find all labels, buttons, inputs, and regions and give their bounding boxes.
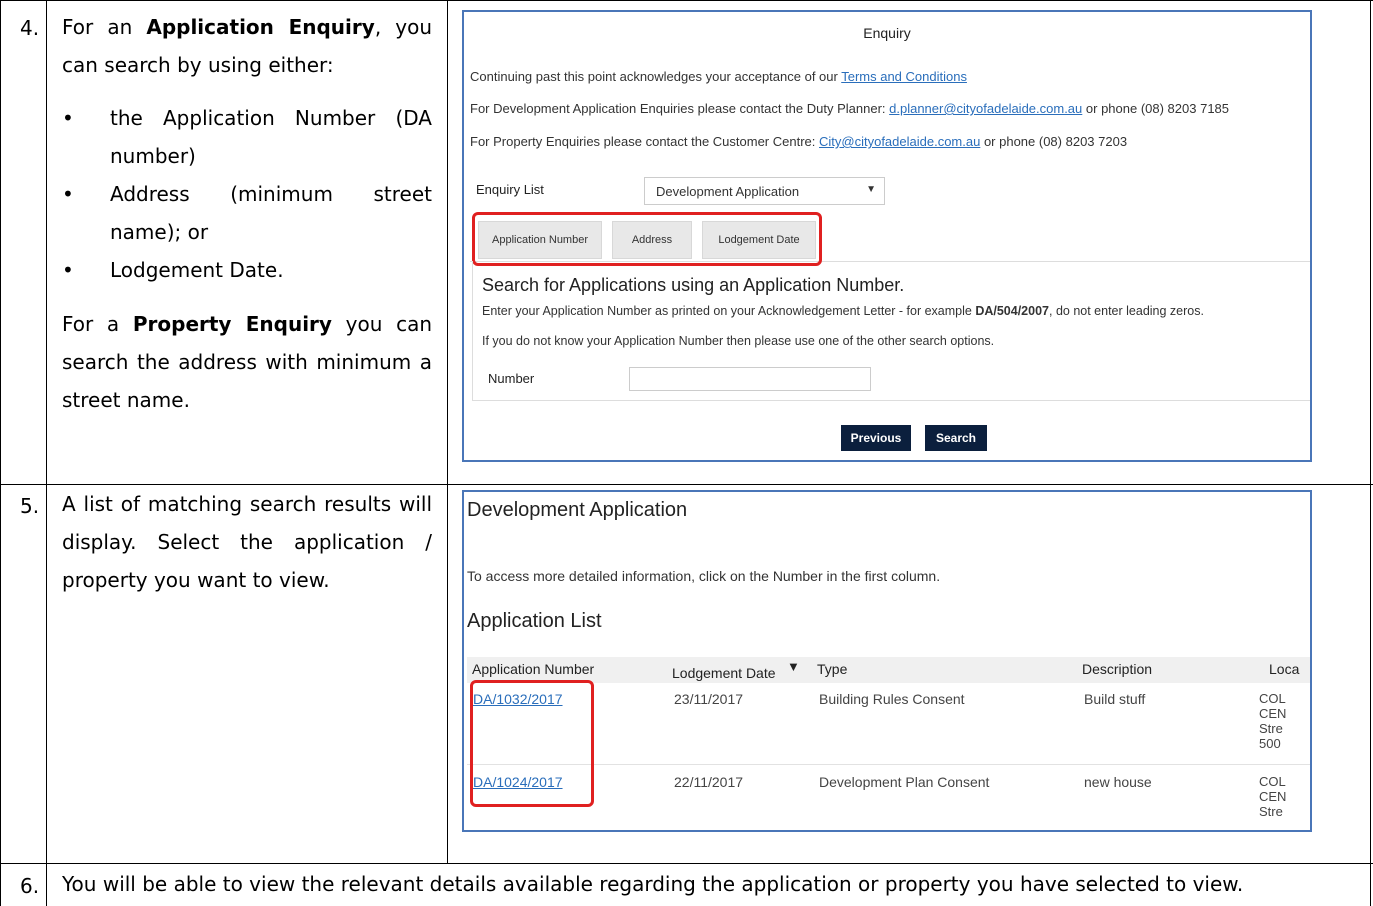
lodgement-date-cell: 22/11/2017 [674,774,744,790]
step-4-intro: For an Application Enquiry, you can sear… [62,15,432,77]
table-border-top [0,0,1373,1]
search-button[interactable]: Search [925,425,987,451]
previous-button[interactable]: Previous [841,425,911,451]
type-cell: Building Rules Consent [819,691,965,707]
description-cell: new house [1084,774,1152,790]
number-label: Number [488,371,535,386]
sort-descending-icon[interactable]: ▼ [787,659,800,674]
results-info-text: To access more detailed information, cli… [467,568,941,584]
enquiry-list-label: Enquiry List [476,182,544,197]
terms-notice: Continuing past this point acknowledges … [470,69,967,84]
results-page-title: Development Application [467,499,688,521]
enquiry-form-screenshot: Enquiry Continuing past this point ackno… [462,10,1312,462]
location-cell: COL CEN Stre 500 [1259,691,1287,751]
planner-email-link[interactable]: d.planner@cityofadelaide.com.au [889,101,1082,116]
table-border-left [0,0,1,906]
property-contact: For Property Enquiries please contact th… [470,134,1128,149]
numbers-highlight [470,680,594,807]
column-header-description[interactable]: Description [1082,661,1152,677]
search-heading: Search for Applications using an Applica… [482,275,905,295]
text-column-divider [447,0,448,864]
bullet-icon: • [62,106,74,130]
dev-contact: For Development Application Enquiries pl… [470,101,1230,116]
step-6-text: You will be able to view the relevant de… [62,872,1244,896]
search-help: If you do not know your Application Numb… [482,334,995,348]
type-cell: Development Plan Consent [819,774,990,790]
step-number: 5. [20,494,40,518]
step-4-property: For a Property Enquiry you can search th… [62,312,432,412]
step-number: 4. [20,16,40,40]
row-divider-5-6 [0,863,1373,864]
customer-centre-email-link[interactable]: City@cityofadelaide.com.au [819,134,980,149]
terms-link[interactable]: Terms and Conditions [841,69,967,84]
results-screenshot: Development Application To access more d… [462,490,1312,832]
instructions-table: 4. For an Application Enquiry, you can s… [0,0,1373,906]
chevron-down-icon: ▼ [866,184,876,195]
step-5-text: A list of matching search results will d… [62,492,432,592]
bullet-icon: • [62,258,74,282]
column-header-date[interactable]: Lodgement Date [672,665,776,681]
tabs-highlight [472,212,822,266]
search-instruction: Enter your Application Number as printed… [482,304,1204,318]
enquiry-title: Enquiry [863,25,911,41]
lodgement-date-cell: 23/11/2017 [674,691,744,707]
application-list-title: Application List [467,610,602,632]
application-number-input[interactable] [629,367,871,391]
bullet-icon: • [62,182,74,206]
enquiry-list-select[interactable]: Development Application ▼ [644,177,885,205]
description-cell: Build stuff [1084,691,1146,707]
results-table-header: Application Number Lodgement Date ▼ Type… [467,657,1310,683]
enquiry-list-value: Development Application [656,184,800,199]
column-header-location[interactable]: Loca [1269,661,1299,677]
table-border-right [1370,0,1371,906]
column-header-number[interactable]: Application Number [472,661,594,677]
column-header-type[interactable]: Type [817,661,847,677]
location-cell: COL CEN Stre [1259,774,1287,819]
step-number: 6. [20,874,40,898]
number-column-divider [46,0,47,906]
